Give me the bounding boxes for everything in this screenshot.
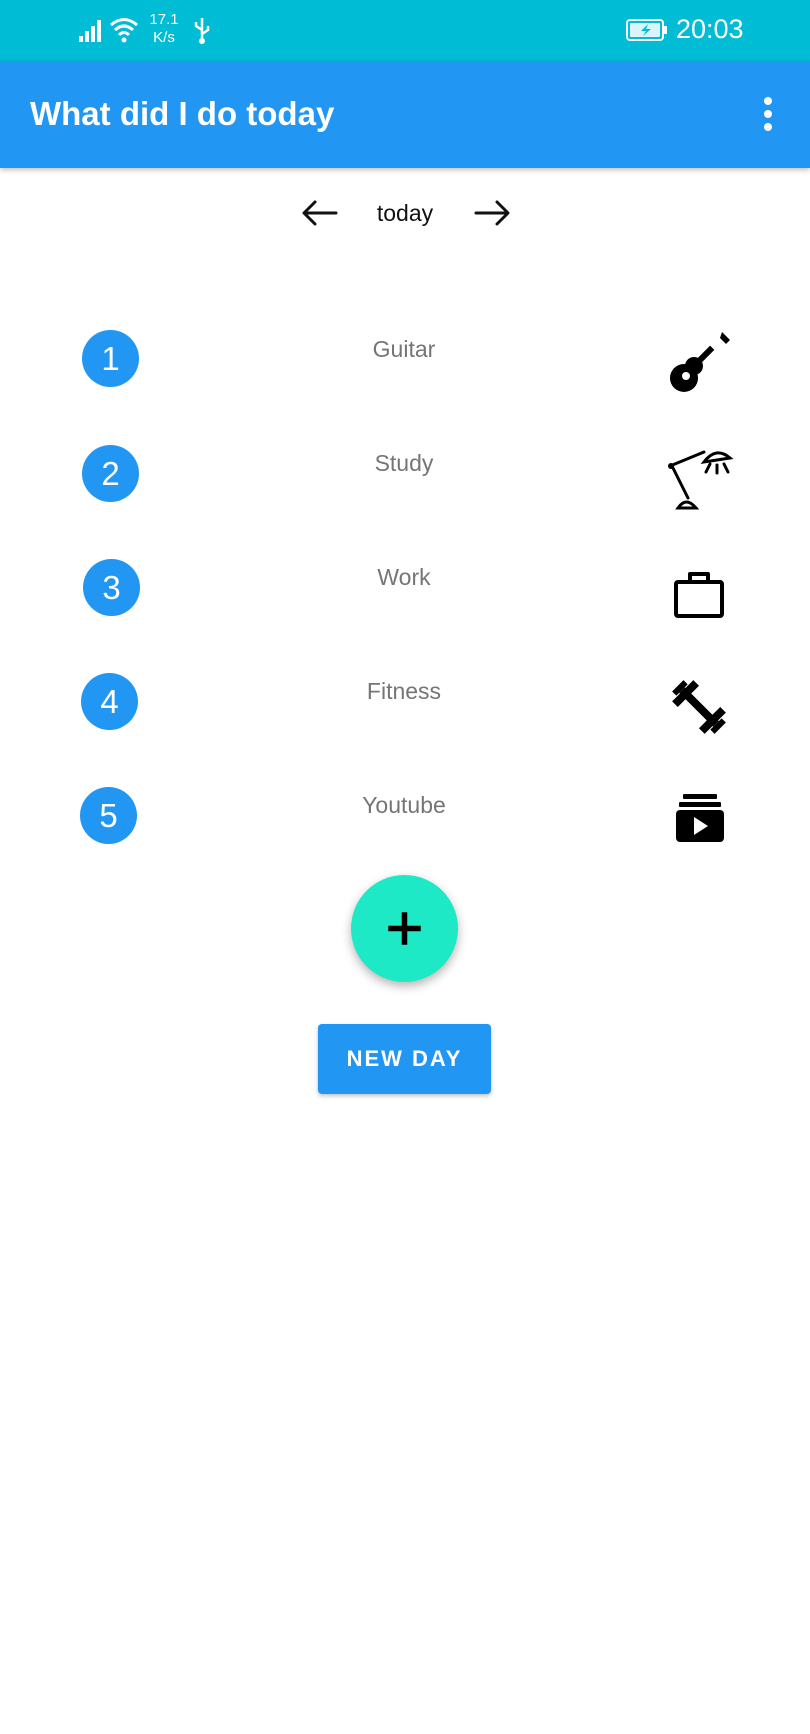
network-speed: 17.1 K/s (145, 11, 183, 47)
video-library-icon (676, 794, 724, 842)
activity-number: 4 (81, 673, 138, 730)
next-day-button[interactable] (472, 196, 512, 230)
dumbbell-icon (672, 680, 726, 734)
activity-name: Work (377, 564, 431, 590)
day-label: today (376, 200, 434, 226)
new-day-button[interactable]: NEW DAY (318, 1024, 491, 1094)
activity-number: 2 (82, 445, 139, 502)
desk-lamp-icon (668, 450, 734, 510)
activity-item-fitness[interactable]: 4 Fitness (0, 672, 810, 762)
day-navigation: today (0, 190, 810, 238)
activity-name: Fitness (366, 678, 442, 704)
wifi-icon (110, 18, 138, 43)
app-bar: What did I do today (0, 61, 810, 168)
app-title: What did I do today (30, 95, 335, 132)
usb-icon (194, 18, 210, 44)
activity-name: Youtube (362, 792, 446, 818)
activity-item-study[interactable]: 2 Study (0, 444, 810, 534)
network-speed-unit: K/s (153, 29, 175, 46)
status-bar: 17.1 K/s 20:03 (0, 0, 810, 61)
overflow-menu-button[interactable] (750, 91, 786, 139)
signal-icon (79, 20, 101, 42)
activity-item-work[interactable]: 3 Work (0, 558, 810, 648)
briefcase-icon (674, 572, 724, 618)
activity-item-guitar[interactable]: 1 Guitar (0, 330, 810, 420)
previous-day-button[interactable] (300, 196, 340, 230)
status-time: 20:03 (676, 14, 744, 44)
arrow-left-icon (302, 200, 338, 226)
activity-number: 1 (82, 330, 139, 387)
activity-name: Guitar (372, 336, 436, 362)
activity-item-youtube[interactable]: 5 Youtube (0, 786, 810, 876)
more-vert-icon (764, 97, 772, 131)
activity-name: Study (374, 450, 434, 476)
add-activity-button[interactable] (351, 875, 458, 982)
arrow-right-icon (474, 200, 510, 226)
activity-number: 3 (83, 559, 140, 616)
activity-number: 5 (80, 787, 137, 844)
plus-icon (388, 912, 421, 945)
network-speed-value: 17.1 (149, 11, 179, 28)
battery-charging-icon (626, 19, 667, 41)
guitar-icon (670, 332, 730, 392)
